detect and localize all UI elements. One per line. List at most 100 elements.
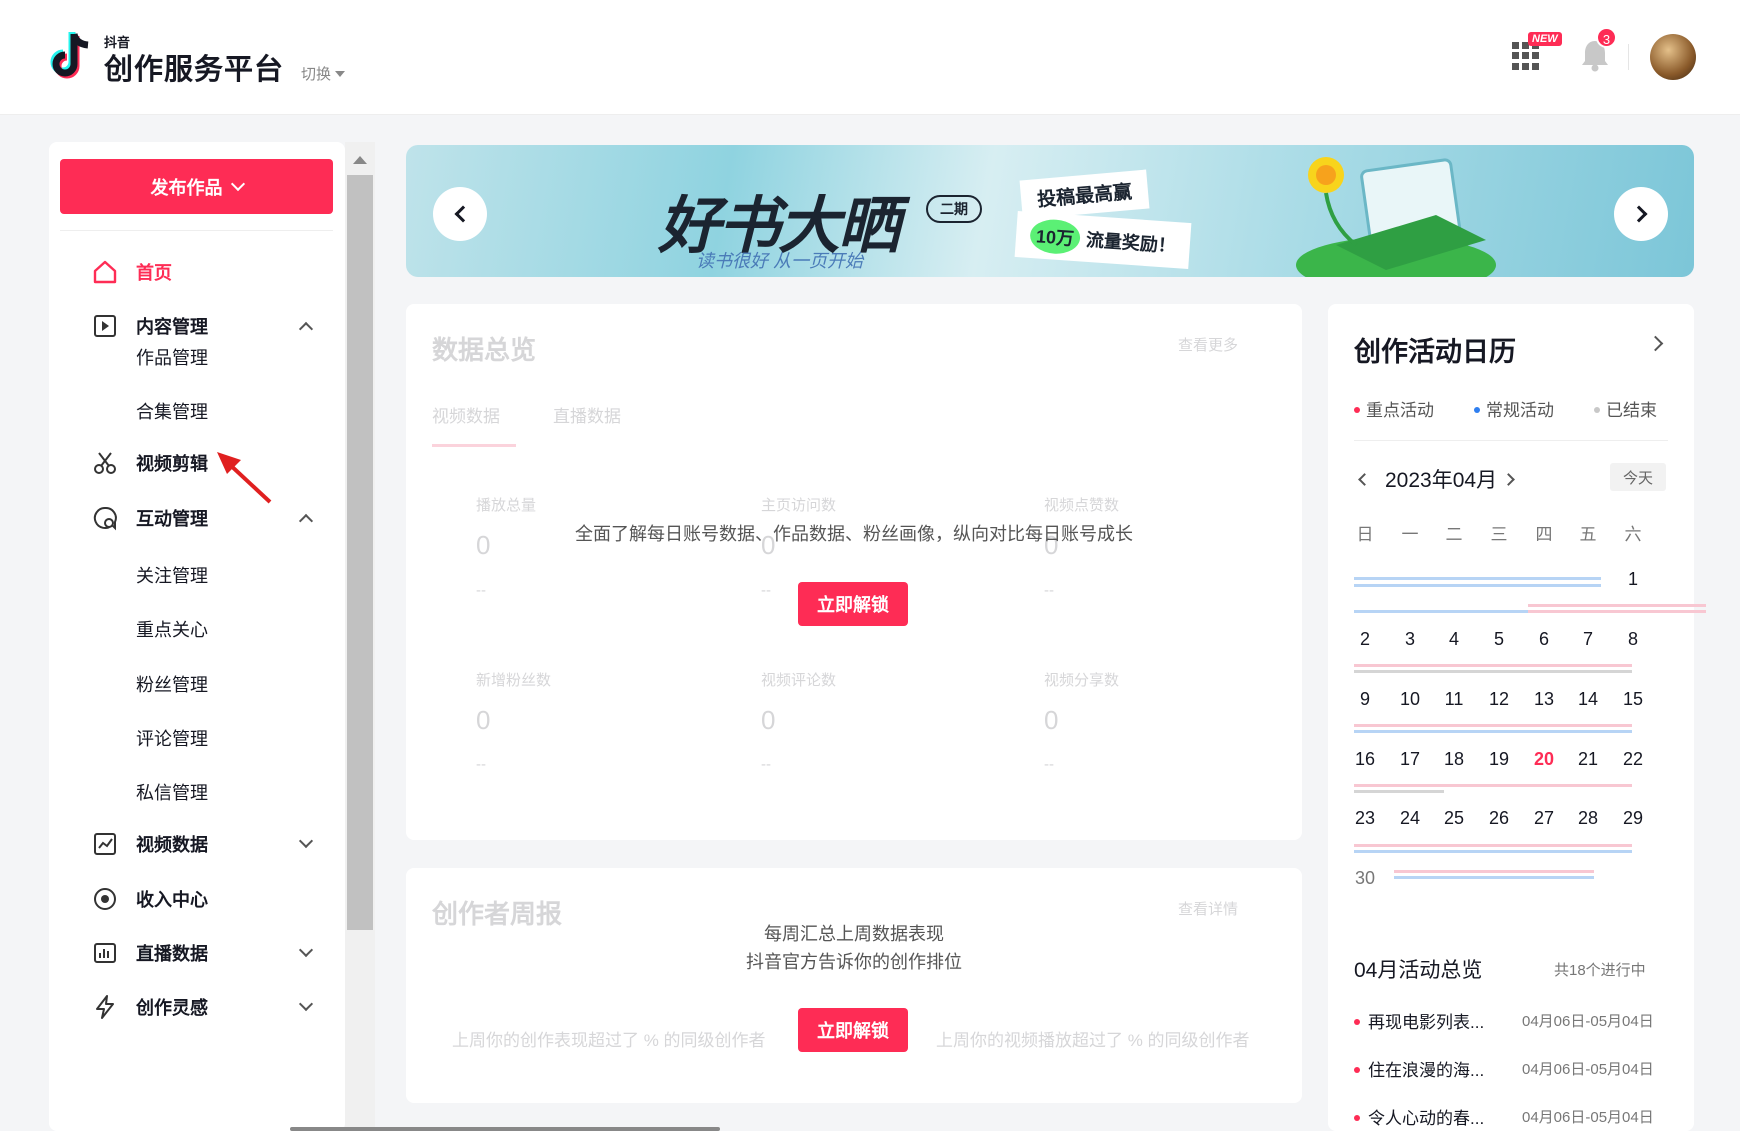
sidebar-item-home[interactable]: 首页 [49,252,345,292]
calendar-activity-bar [1354,790,1444,793]
home-icon [93,260,117,284]
banner-prev-button[interactable] [433,187,487,241]
calendar-day[interactable]: 9 [1345,689,1385,710]
weekday-label: 日 [1356,525,1374,544]
sidebar-subitem-messages[interactable]: 私信管理 [136,779,208,805]
calendar-day[interactable]: 24 [1390,808,1430,829]
today-button[interactable]: 今天 [1610,463,1666,491]
weekday-label: 一 [1401,525,1419,544]
weekday-label: 五 [1579,525,1597,544]
calendar-day[interactable]: 16 [1345,749,1385,770]
metric-value: 0 [761,705,776,735]
calendar-day[interactable]: 13 [1524,689,1564,710]
switch-label: 切换 [301,66,332,83]
calendar-day[interactable]: 12 [1479,689,1519,710]
banner-tag-bottom: 10万 流量奖励！ [1014,210,1192,270]
logo-title[interactable]: 创作服务平台 [104,46,284,88]
activity-date: 04月06日-05月04日 [1522,1061,1654,1078]
calendar-day[interactable]: 28 [1568,808,1608,829]
calendar-day[interactable]: 15 [1613,689,1653,710]
sidebar-subitem-collections[interactable]: 合集管理 [136,398,208,424]
sidebar-subitem-comments[interactable]: 评论管理 [136,725,208,751]
sidebar-item-label: 收入中心 [136,890,208,910]
promo-banner[interactable]: 好书大晒 二期 读书很好 从一页开始 投稿最高赢 10万 流量奖励！ [406,145,1694,277]
activity-item[interactable]: 住在浪漫的海... [1354,1056,1484,1081]
calendar-day[interactable]: 27 [1524,808,1564,829]
scroll-thumb[interactable] [347,175,373,930]
calendar-day[interactable]: 6 [1524,629,1564,650]
calendar-day[interactable]: 11 [1434,689,1474,710]
apps-grid-icon[interactable] [1512,42,1540,70]
weekly-description-1: 每周汇总上周数据表现 [764,924,944,944]
publish-label: 发布作品 [150,177,223,198]
sidebar-item-content-management[interactable]: 内容管理 [49,306,345,346]
calendar-day[interactable]: 23 [1345,808,1385,829]
banner-book-illustration-icon [1296,157,1496,277]
switch-dropdown[interactable]: 切换 [301,63,346,84]
activity-name: 再现电影列表... [1368,1013,1485,1032]
sidebar-item-video-data[interactable]: 视频数据 [49,824,345,864]
overview-title: 04月活动总览 [1354,959,1483,982]
calendar-day[interactable]: 5 [1479,629,1519,650]
weekly-report-card: 创作者周报 查看详情 每周汇总上周数据表现 抖音官方告诉你的创作排位 上周你的创… [406,868,1302,1103]
activity-item[interactable]: 再现电影列表... [1354,1008,1484,1033]
calendar-day[interactable]: 8 [1613,629,1653,650]
sidebar-subitem-follows[interactable]: 关注管理 [136,562,208,588]
lightning-icon [96,995,114,1019]
calendar-day[interactable]: 17 [1390,749,1430,770]
avatar[interactable] [1650,34,1696,80]
banner-tag-highlight: 10万 [1028,217,1082,256]
month-next-icon[interactable] [1502,473,1515,486]
view-details-link[interactable]: 查看详情 [1178,898,1238,919]
metric-label: 新增粉丝数 [476,672,552,689]
sidebar-item-video-editing[interactable]: 视频剪辑 [49,443,345,483]
metric-compare: -- [1044,582,1054,599]
active-tab-indicator [432,444,516,447]
calendar-day[interactable]: 21 [1568,749,1608,770]
sidebar-subitem-works[interactable]: 作品管理 [136,344,208,370]
unlock-button[interactable]: 立即解锁 [798,582,908,626]
legend-regular-activity: 常规活动 [1474,396,1554,421]
calendar-day[interactable]: 20 [1524,749,1564,770]
sidebar-item-income[interactable]: 收入中心 [49,879,345,919]
sidebar-subitem-fans[interactable]: 粉丝管理 [136,671,208,697]
activity-date: 04月06日-05月04日 [1522,1013,1654,1030]
metric-label: 播放总量 [476,497,537,514]
horizontal-scrollbar[interactable] [290,1127,720,1131]
calendar-day[interactable]: 30 [1345,868,1385,889]
calendar-day[interactable]: 7 [1568,629,1608,650]
calendar-day[interactable]: 19 [1479,749,1519,770]
calendar-day[interactable]: 10 [1390,689,1430,710]
metric-compare: -- [476,756,486,773]
calendar-day[interactable]: 3 [1390,629,1430,650]
calendar-activity-bar [1354,844,1632,847]
sidebar-scrollbar[interactable] [345,142,375,1131]
sidebar-item-live-data[interactable]: 直播数据 [49,933,345,973]
calendar-day[interactable]: 26 [1479,808,1519,829]
data-overview-title: 数据总览 [432,335,537,365]
weekly-unlock-button[interactable]: 立即解锁 [798,1008,908,1052]
banner-next-button[interactable] [1614,187,1668,241]
weekday-label: 六 [1624,525,1642,544]
tab-live-data[interactable]: 直播数据 [553,402,621,427]
tiktok-logo-icon[interactable] [48,30,96,85]
scroll-up-icon[interactable] [353,156,367,164]
activity-item[interactable]: 令人心动的春... [1354,1104,1484,1129]
chevron-right-icon[interactable] [1647,335,1664,352]
calendar-day[interactable]: 18 [1434,749,1474,770]
publish-button[interactable]: 发布作品 [60,159,333,214]
calendar-day[interactable]: 2 [1345,629,1385,650]
metric-compare: -- [761,756,771,773]
sidebar-item-interaction[interactable]: 互动管理 [49,498,345,538]
sidebar-item-inspiration[interactable]: 创作灵感 [49,987,345,1027]
calendar-day[interactable]: 1 [1613,569,1653,590]
sidebar-subitem-key-care[interactable]: 重点关心 [136,616,208,642]
calendar-day[interactable]: 29 [1613,808,1653,829]
view-more-link[interactable]: 查看更多 [1178,334,1238,355]
calendar-day[interactable]: 14 [1568,689,1608,710]
calendar-day[interactable]: 25 [1434,808,1474,829]
tab-video-data[interactable]: 视频数据 [432,402,500,427]
month-prev-icon[interactable] [1358,473,1371,486]
calendar-day[interactable]: 22 [1613,749,1653,770]
calendar-day[interactable]: 4 [1434,629,1474,650]
